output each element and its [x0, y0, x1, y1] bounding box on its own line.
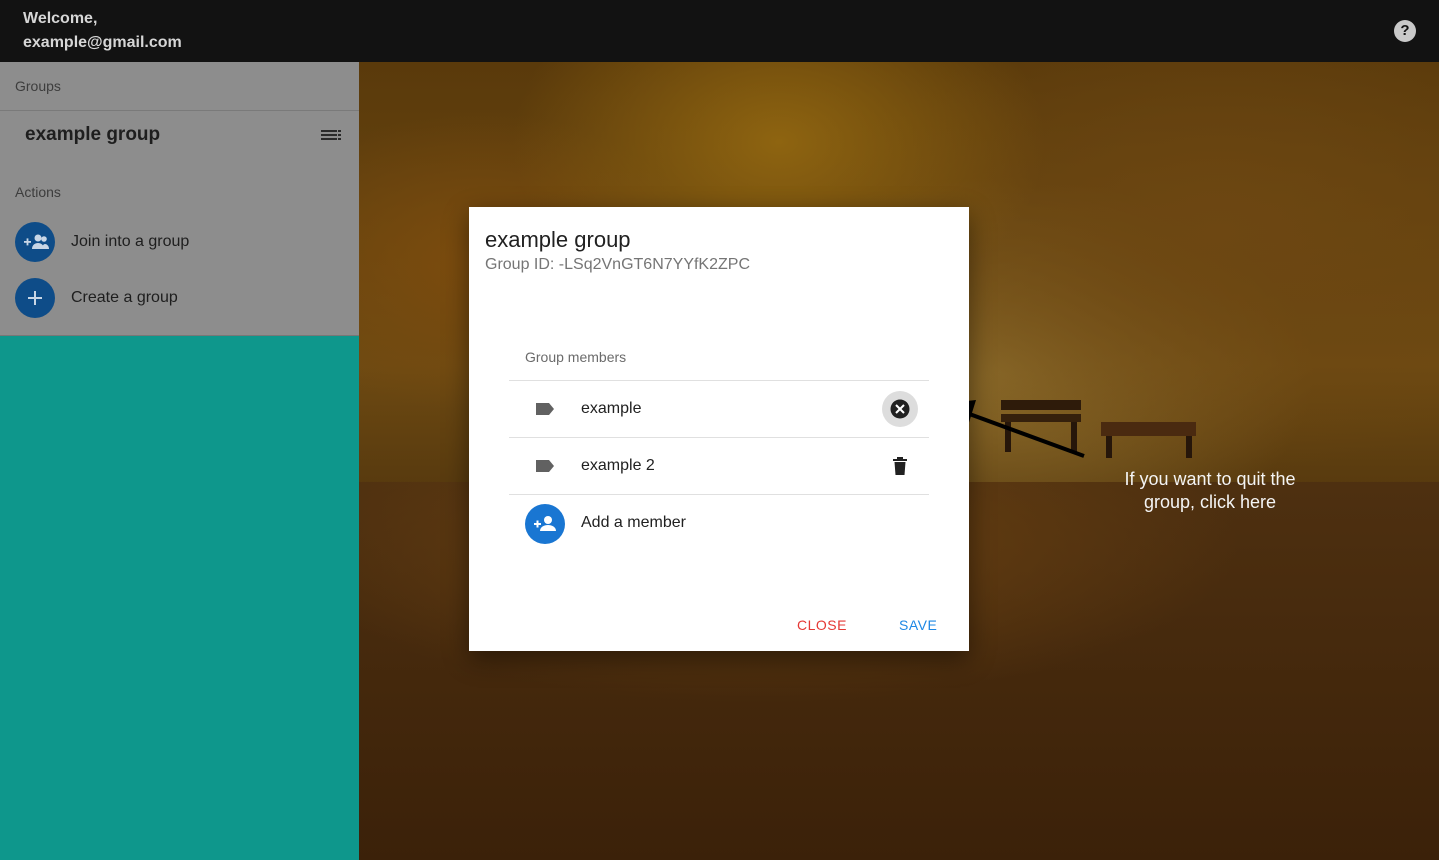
member-row: example 2 — [509, 437, 929, 494]
close-button[interactable]: CLOSE — [797, 617, 847, 633]
label-tag-icon — [536, 460, 554, 472]
hint-line-1: If you want to quit the — [1124, 469, 1296, 489]
member-name: example 2 — [581, 457, 655, 474]
help-icon[interactable]: ? — [1394, 20, 1416, 42]
remove-member-button[interactable] — [882, 448, 918, 484]
sidebar-group-item[interactable]: example group — [25, 124, 160, 146]
create-group-action[interactable]: Create a group — [15, 278, 345, 318]
plus-icon — [15, 278, 55, 318]
sidebar-empty-area — [0, 336, 359, 860]
actions-section-label: Actions — [15, 184, 61, 200]
add-member-label: Add a member — [581, 514, 686, 531]
user-email: example@gmail.com — [23, 34, 182, 51]
cancel-circle-icon — [890, 399, 910, 419]
dialog-title: example group — [485, 227, 631, 252]
add-member-row[interactable]: Add a member — [509, 494, 929, 551]
sidebar-divider — [0, 110, 359, 111]
join-group-action[interactable]: Join into a group — [15, 222, 345, 262]
top-app-bar: Welcome, example@gmail.com ? — [0, 0, 1439, 62]
groups-section-label: Groups — [15, 78, 61, 94]
quit-group-button[interactable] — [882, 391, 918, 427]
group-dialog: example group Group ID: -LSq2VnGT6N7YYfK… — [469, 207, 969, 651]
welcome-text: Welcome, example@gmail.com — [23, 7, 182, 55]
label-tag-icon — [536, 403, 554, 415]
welcome-greeting: Welcome, — [23, 10, 98, 27]
group-members-label: Group members — [525, 349, 627, 365]
member-row: example — [509, 380, 929, 437]
group-id-text: Group ID: -LSq2VnGT6N7YYfK2ZPC — [485, 256, 750, 273]
trash-icon — [893, 457, 907, 475]
group-menu-icon[interactable] — [321, 129, 341, 143]
sidebar: Groups example group Actions Join into a… — [0, 62, 359, 336]
person-add-icon — [525, 504, 565, 544]
hint-line-2: group, click here — [1143, 492, 1277, 512]
join-group-label: Join into a group — [71, 233, 190, 250]
create-group-label: Create a group — [71, 289, 178, 306]
quit-group-hint: If you want to quit the group, click her… — [1100, 468, 1320, 514]
member-name: example — [581, 400, 642, 417]
save-button[interactable]: SAVE — [899, 617, 937, 633]
group-add-icon — [15, 222, 55, 262]
